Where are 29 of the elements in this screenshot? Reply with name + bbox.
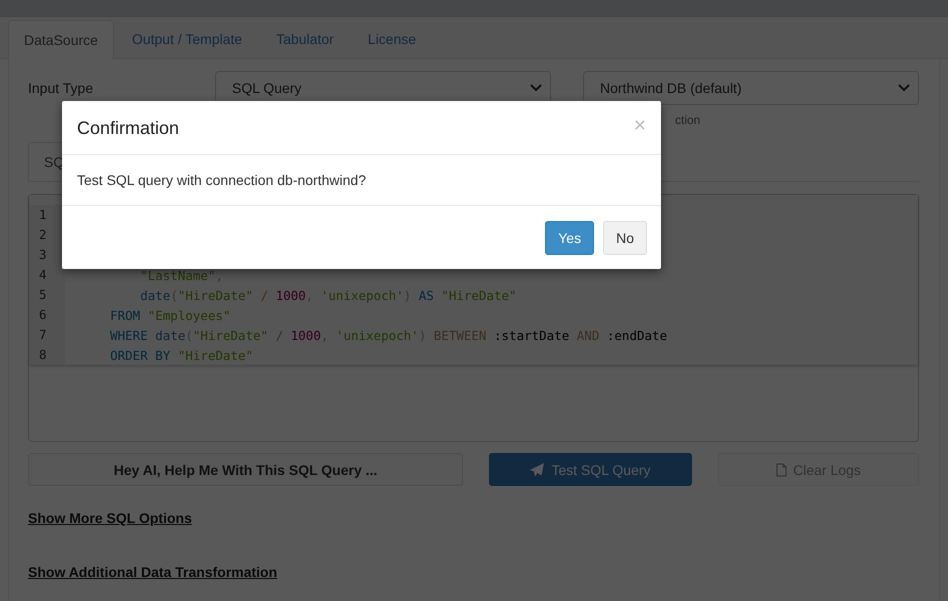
line-number: 4: [29, 265, 65, 285]
dialog-title: Confirmation: [77, 118, 180, 139]
test-query-button[interactable]: Test SQL Query: [489, 453, 692, 486]
code-line: FROM "Employees": [109, 308, 231, 322]
paper-plane-icon: [530, 462, 546, 476]
line-number: 3: [29, 245, 65, 265]
line-number: 1: [29, 205, 65, 225]
code-line: ORDER BY "HireDate": [109, 348, 254, 362]
toggle-link[interactable]: Show More SQL Options: [28, 510, 192, 526]
confirm-button[interactable]: Yes: [545, 221, 594, 255]
close-button[interactable]: ×: [634, 115, 646, 136]
toggle-link[interactable]: Show Additional Data Transformation: [28, 564, 278, 580]
dialog-message: Test SQL query with connection db-northwind?: [77, 172, 366, 188]
line-number: 2: [29, 225, 65, 245]
code-line: "LastName",: [139, 268, 223, 282]
line-number: 5: [29, 285, 65, 305]
cancel-button[interactable]: No: [603, 221, 647, 255]
line-number: 6: [29, 305, 65, 325]
tab[interactable]: License: [352, 19, 432, 58]
chevron-down-icon: [530, 84, 542, 92]
tab[interactable]: Output / Template: [116, 19, 258, 58]
tab[interactable]: DataSource: [8, 20, 114, 59]
ai-help-button[interactable]: Hey AI, Help Me With This SQL Query ...: [28, 453, 463, 486]
line-number: 7: [29, 325, 65, 345]
tab[interactable]: Tabulator: [260, 19, 350, 58]
code-line: date("HireDate" / 1000, 'unixepoch') AS "HireDate": [139, 288, 517, 302]
line-number: 8: [29, 345, 65, 365]
input-type-label: Input Type: [28, 79, 94, 98]
chevron-down-icon: [898, 84, 910, 92]
